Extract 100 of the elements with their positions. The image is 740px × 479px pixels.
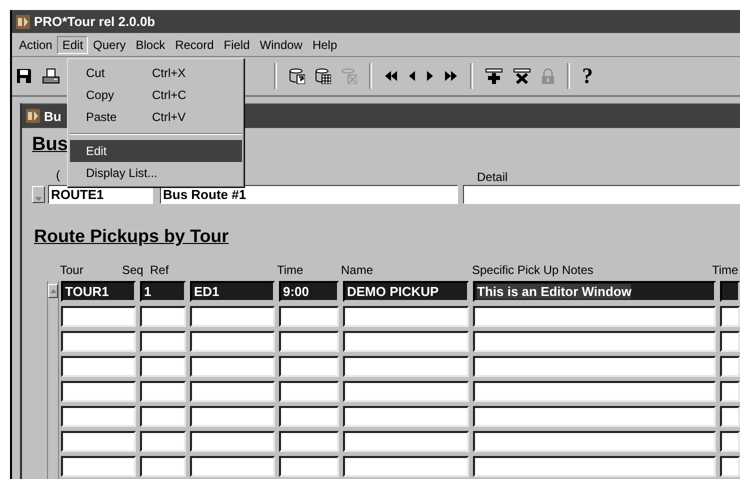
menu-item[interactable]: Window [254, 36, 308, 54]
app-icon [26, 109, 40, 123]
table-row[interactable]: TOUR1 1 ED1 9:00 DEMO PICKUP This is an Editor Window [61, 281, 740, 302]
table-row[interactable] [61, 406, 740, 427]
right-arrow-icon [426, 70, 434, 82]
menu-item[interactable]: Help [307, 36, 342, 54]
scroll-up-button[interactable] [48, 284, 58, 298]
table-cell[interactable] [61, 431, 136, 452]
table-cell[interactable] [473, 306, 716, 327]
table-cell[interactable] [720, 356, 740, 377]
x-icon [513, 68, 531, 84]
table-cell[interactable] [279, 381, 339, 402]
table-cell[interactable] [279, 431, 339, 452]
table-cell[interactable] [190, 331, 275, 352]
double-right-arrow-icon [444, 70, 458, 82]
table-cell[interactable] [140, 406, 186, 427]
table-cell[interactable] [190, 456, 275, 477]
table-cell[interactable]: 1 [140, 281, 186, 302]
table-row[interactable] [61, 381, 740, 402]
plus-icon [485, 68, 503, 84]
section-heading: Route Pickups by Tour [34, 226, 230, 248]
table-cell[interactable] [190, 406, 275, 427]
table-cell[interactable] [343, 431, 469, 452]
table-cell[interactable] [140, 356, 186, 377]
table-cell[interactable] [720, 306, 740, 327]
floppy-icon [16, 68, 32, 84]
app-icon [16, 14, 30, 28]
table-cell[interactable] [61, 356, 136, 377]
table-cell[interactable] [720, 406, 740, 427]
table-cell[interactable] [61, 331, 136, 352]
table-cell[interactable] [190, 431, 275, 452]
table-cell[interactable] [473, 456, 716, 477]
menu-item[interactable]: Action [14, 36, 58, 54]
table-cell[interactable] [190, 356, 275, 377]
table-cell[interactable] [279, 456, 339, 477]
database-grid-icon [315, 68, 331, 84]
table-cell[interactable] [473, 356, 716, 377]
table-cell[interactable] [190, 306, 275, 327]
menu-item[interactable]: Copy Ctrl+C [70, 84, 242, 106]
table-cell[interactable] [720, 456, 740, 477]
menu-item[interactable]: Edit [57, 36, 88, 54]
menu-item[interactable]: Paste Ctrl+V [70, 106, 242, 128]
table-cell[interactable] [140, 381, 186, 402]
table-cell[interactable] [140, 431, 186, 452]
table-cell[interactable] [140, 331, 186, 352]
input-field[interactable] [463, 184, 740, 204]
table-cell[interactable] [61, 456, 136, 477]
window-title: Bu [44, 108, 62, 124]
table-cell[interactable]: 9:00 [279, 281, 339, 302]
scrollbar[interactable] [47, 281, 59, 479]
input-field[interactable]: Bus Route #1 [160, 184, 458, 204]
table-cell[interactable] [279, 306, 339, 327]
left-arrow-icon [408, 70, 416, 82]
table-row[interactable] [61, 431, 740, 452]
table-cell[interactable] [279, 356, 339, 377]
menu-item[interactable]: Field [218, 36, 255, 54]
table-cell[interactable] [473, 431, 716, 452]
table-cell[interactable] [343, 331, 469, 352]
printer-icon [42, 68, 60, 84]
table-cell[interactable] [279, 331, 339, 352]
table-cell[interactable] [190, 381, 275, 402]
table-row[interactable] [61, 456, 740, 477]
table-cell[interactable] [720, 281, 740, 302]
table-cell[interactable]: DEMO PICKUP [343, 281, 469, 302]
lock-icon [541, 68, 555, 84]
table-cell[interactable] [473, 331, 716, 352]
table-cell[interactable] [343, 356, 469, 377]
table-cell[interactable] [720, 381, 740, 402]
table-row[interactable] [61, 331, 740, 352]
table-cell[interactable] [343, 456, 469, 477]
table-cell[interactable]: This is an Editor Window [473, 281, 716, 302]
table-cell[interactable] [343, 406, 469, 427]
table-cell[interactable]: ED1 [190, 281, 275, 302]
table-cell[interactable] [61, 381, 136, 402]
table-cell[interactable] [61, 306, 136, 327]
table-cell[interactable] [720, 331, 740, 352]
table-cell[interactable] [279, 406, 339, 427]
section-heading: Bus [32, 134, 68, 157]
table-row[interactable] [61, 356, 740, 377]
table-cell[interactable] [140, 456, 186, 477]
menu-item[interactable]: Edit [70, 140, 242, 162]
table-cell[interactable] [473, 381, 716, 402]
column-header: Seq [122, 263, 144, 279]
table-cell[interactable] [720, 431, 740, 452]
up-triangle-icon [50, 288, 56, 294]
table-cell[interactable] [343, 306, 469, 327]
table-cell[interactable] [61, 406, 136, 427]
menu-item[interactable]: Cut Ctrl+X [70, 62, 242, 84]
help-button[interactable]: ? [580, 65, 595, 87]
table-cell[interactable] [343, 381, 469, 402]
table-row[interactable] [61, 306, 740, 327]
table-cell[interactable] [140, 306, 186, 327]
table-cell[interactable] [473, 406, 716, 427]
menu-item[interactable]: Display List... [70, 162, 242, 184]
table-cell[interactable]: TOUR1 [61, 281, 136, 302]
menu-item[interactable]: Query [88, 36, 131, 54]
menu-item[interactable]: Block [130, 36, 170, 54]
record-button[interactable] [32, 186, 45, 202]
column-header: Time [712, 263, 740, 279]
menu-item[interactable]: Record [170, 36, 219, 54]
